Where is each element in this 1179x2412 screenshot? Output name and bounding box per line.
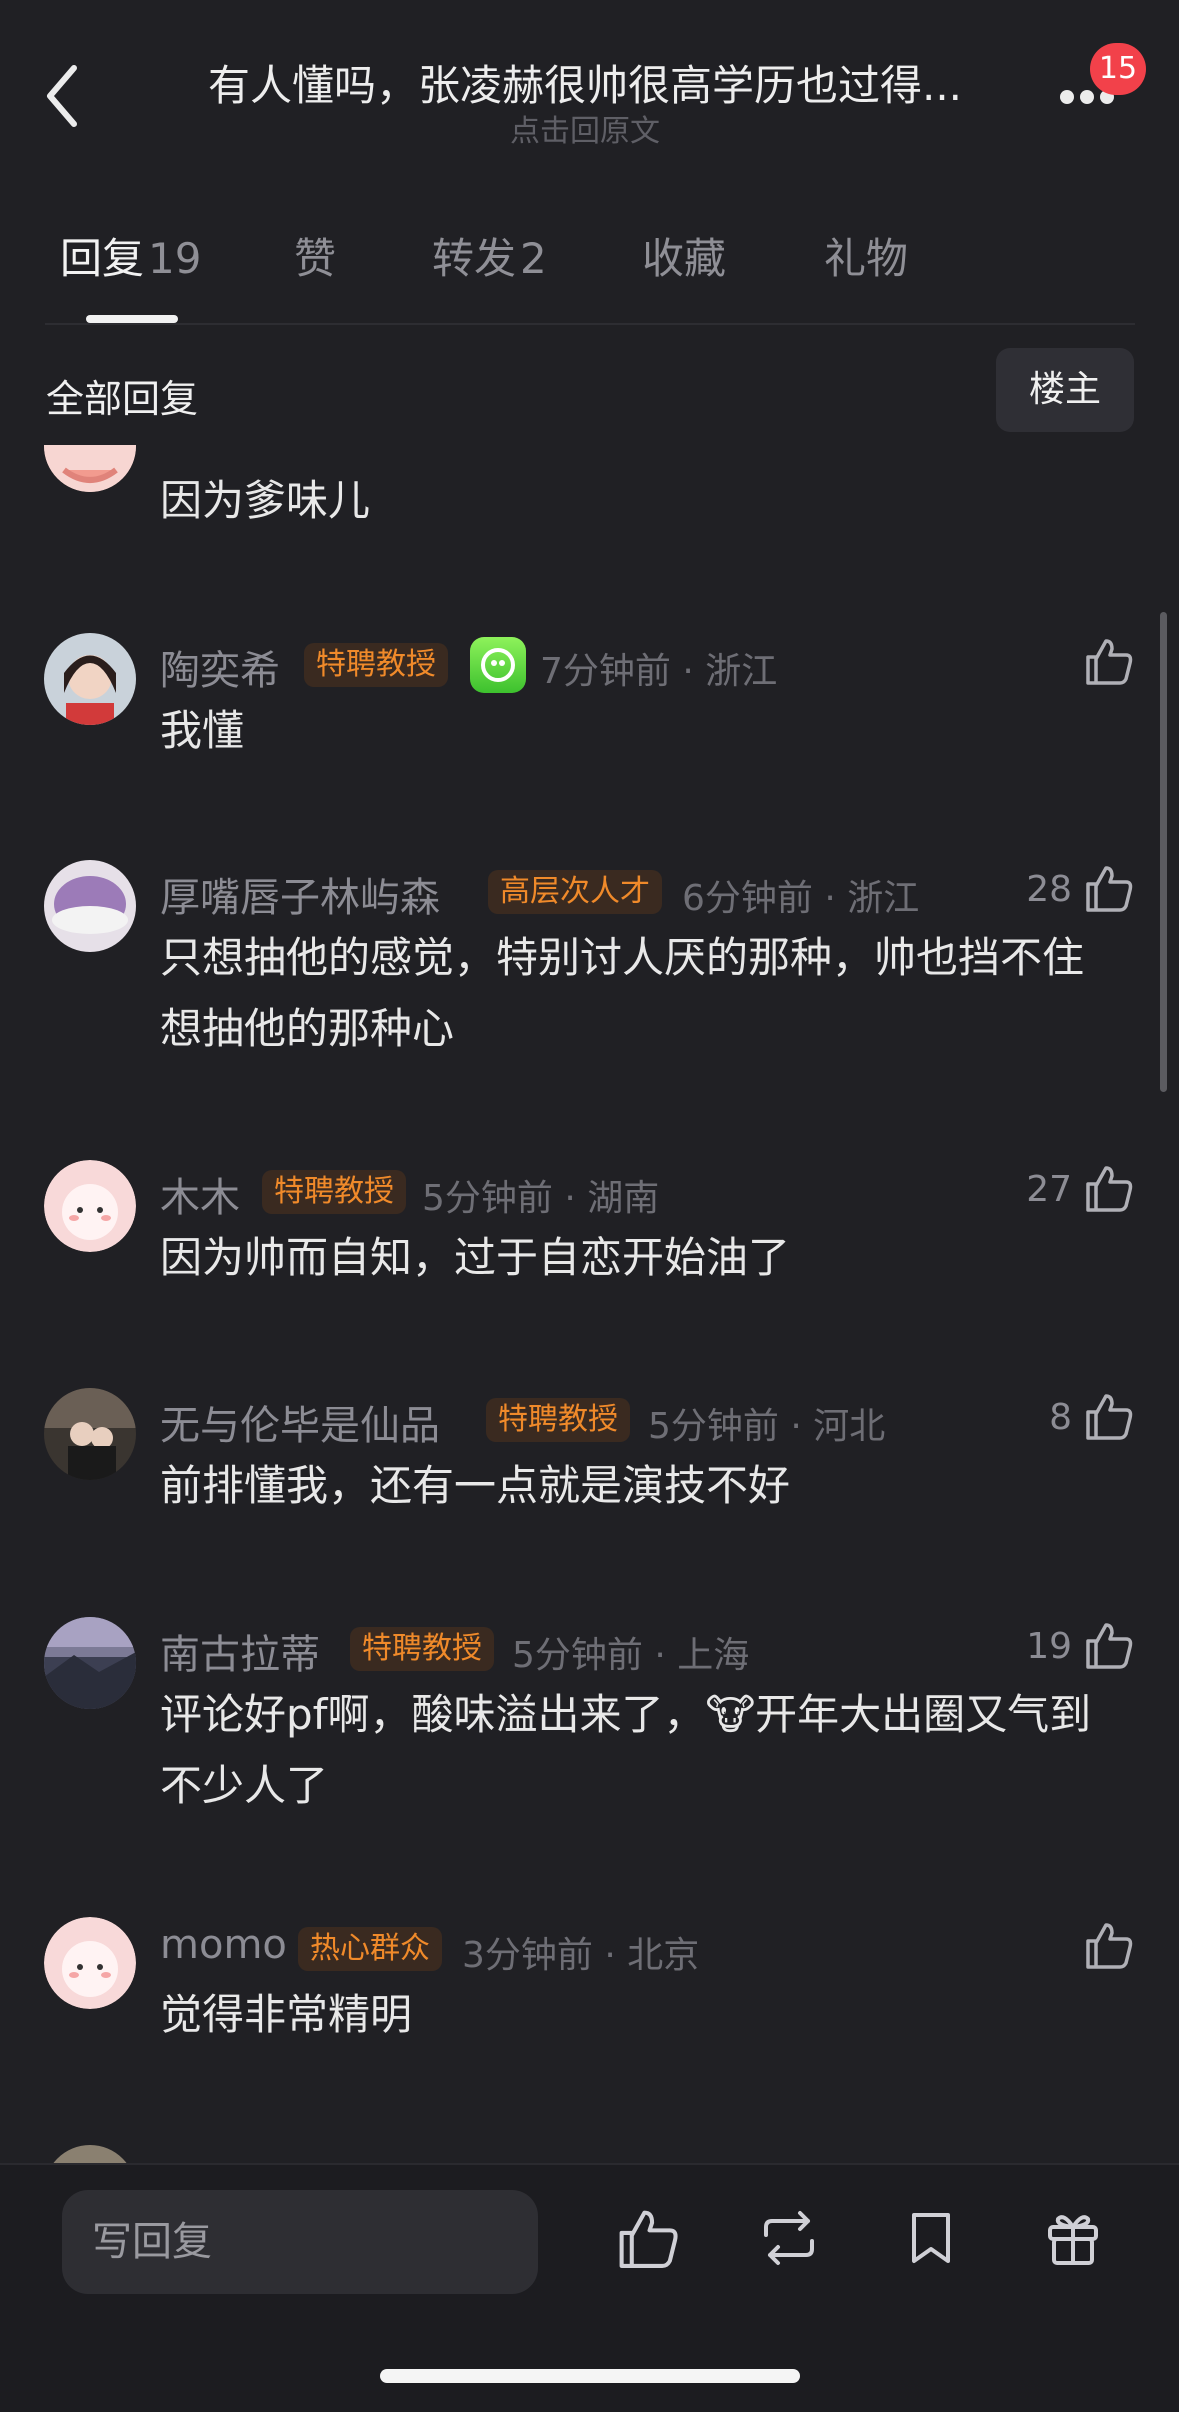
home-indicator	[380, 2369, 800, 2383]
notification-badge: 15	[1090, 43, 1146, 95]
comment-text: 只想抽他的感觉，特别讨人厌的那种，帅也挡不住想抽他的那种心	[160, 933, 1085, 1053]
thumbs-up-icon[interactable]	[1082, 862, 1134, 914]
scrollbar[interactable]	[1160, 612, 1167, 1092]
comment-text: 前排懂我，还有一点就是演技不好	[160, 1461, 791, 1510]
comment-text: 我懂	[160, 706, 245, 755]
tab-likes[interactable]: 赞	[294, 225, 336, 286]
tab-label: 收藏	[642, 234, 727, 283]
comment-meta: 5分钟前 · 河北	[648, 1406, 886, 1447]
comment-username[interactable]: 陶奕希	[160, 638, 280, 696]
divider	[45, 323, 1135, 325]
comment-meta: 3分钟前 · 北京	[462, 1935, 700, 1976]
user-title-badge: 特聘教授	[350, 1627, 494, 1671]
comment-meta: 6分钟前 · 浙江	[682, 878, 920, 919]
vip-badge-icon	[470, 637, 526, 693]
thumbs-up-icon[interactable]	[1082, 1919, 1134, 1971]
thumbs-up-icon[interactable]	[1082, 635, 1134, 687]
thumbs-up-icon[interactable]	[1082, 1619, 1134, 1671]
repost-icon[interactable]	[756, 2205, 822, 2271]
comment-location: 河北	[813, 1406, 886, 1447]
avatar[interactable]	[44, 445, 136, 492]
tab-reposts[interactable]: 转发2	[432, 225, 547, 286]
header: 有人懂吗，张凌赫很帅很高学历也过得... 点击回原文 15	[0, 0, 1179, 175]
comment-list: 因为爹味儿 陶奕希 特聘教授 7分钟前 · 浙江 我懂 厚嘴唇子林屿森 高层次人…	[0, 445, 1179, 2165]
like-count: 8	[1049, 1397, 1072, 1438]
like-count: 19	[1026, 1626, 1072, 1667]
comment-text: 觉得非常精明	[160, 1990, 413, 2039]
comment-text: 因为爹味儿	[160, 476, 371, 525]
reply-input[interactable]: 写回复	[62, 2190, 538, 2294]
comment-location: 浙江	[847, 878, 920, 919]
tab-label: 赞	[294, 234, 337, 283]
comment-time: 3分钟前	[462, 1935, 593, 1976]
comment-time: 5分钟前	[648, 1406, 779, 1447]
op-filter-button[interactable]: 楼主	[996, 348, 1134, 432]
comment-meta: 5分钟前 · 上海	[512, 1635, 750, 1676]
tab-label: 回复	[60, 234, 145, 283]
comment-username[interactable]: 木木	[160, 1165, 240, 1223]
comment-location: 湖南	[587, 1178, 660, 1219]
comment-text: 评论好pf啊，酸味溢出来了，🐮开年大出圈又气到不少人了	[160, 1690, 1092, 1810]
user-title-badge: 特聘教授	[262, 1170, 406, 1214]
comment-username[interactable]: 南古拉蒂	[160, 1622, 320, 1680]
comment-location: 浙江	[705, 651, 778, 692]
all-replies-label: 全部回复	[46, 377, 199, 421]
avatar[interactable]	[44, 633, 136, 725]
tab-count: 2	[520, 234, 547, 283]
user-title-badge: 热心群众	[298, 1927, 442, 1971]
tab-replies[interactable]: 回复19	[60, 225, 201, 286]
comment-username[interactable]: 无与伦毕是仙品	[160, 1393, 440, 1451]
comment-location: 北京	[627, 1935, 700, 1976]
comment-meta: 5分钟前 · 湖南	[422, 1178, 660, 1219]
comment-location: 上海	[677, 1635, 750, 1676]
user-title-badge: 特聘教授	[304, 643, 448, 687]
comment-time: 6分钟前	[682, 878, 813, 919]
back-arrow-icon[interactable]	[40, 60, 92, 130]
bottom-action-bar: 写回复	[0, 2163, 1179, 2412]
post-title[interactable]: 有人懂吗，张凌赫很帅很高学历也过得...	[160, 52, 1010, 113]
avatar[interactable]	[44, 1617, 136, 1709]
user-title-badge: 高层次人才	[488, 870, 662, 914]
comment-time: 5分钟前	[422, 1178, 553, 1219]
avatar[interactable]	[44, 1917, 136, 2009]
comment-text: 因为帅而自知，过于自恋开始油了	[160, 1233, 791, 1282]
avatar[interactable]	[44, 860, 136, 952]
tab-label: 转发	[432, 234, 517, 283]
thumbs-up-icon[interactable]	[1082, 1390, 1134, 1442]
more-dot-icon	[1060, 90, 1074, 104]
active-tab-indicator	[86, 315, 178, 323]
avatar[interactable]	[44, 1160, 136, 1252]
avatar[interactable]	[44, 1388, 136, 1480]
like-count: 27	[1026, 1169, 1072, 1210]
comment-username[interactable]: momo	[160, 1922, 287, 1968]
thumbs-up-icon[interactable]	[1082, 1162, 1134, 1214]
avatar[interactable]	[44, 2145, 136, 2165]
tab-count: 19	[148, 234, 202, 283]
bookmark-icon[interactable]	[898, 2205, 964, 2271]
back-to-post-link[interactable]: 点击回原文	[160, 106, 1010, 150]
tab-favorites[interactable]: 收藏	[642, 225, 726, 286]
gift-icon[interactable]	[1040, 2205, 1106, 2271]
comment-meta: 7分钟前 · 浙江	[540, 651, 778, 692]
tab-gifts[interactable]: 礼物	[824, 225, 908, 286]
like-count: 28	[1026, 869, 1072, 910]
comment-time: 7分钟前	[540, 651, 671, 692]
thumbs-up-icon[interactable]	[614, 2205, 680, 2271]
comment-time: 5分钟前	[512, 1635, 643, 1676]
comment-username[interactable]: 厚嘴唇子林屿森	[160, 865, 440, 923]
tab-label: 礼物	[824, 234, 909, 283]
more-dot-icon	[1080, 90, 1094, 104]
user-title-badge: 特聘教授	[486, 1398, 630, 1442]
tab-bar: 回复19 赞 转发2 收藏 礼物	[0, 225, 1179, 325]
